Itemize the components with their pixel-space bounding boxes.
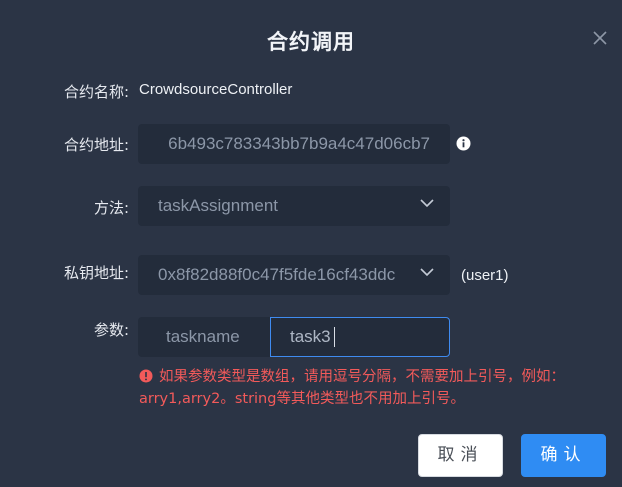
error-icon	[139, 369, 153, 383]
param-value: task3	[290, 327, 331, 346]
hint-line-1: 如果参数类型是数组，请用逗号分隔，不需要加上引号，例如：	[159, 369, 565, 385]
hint-line-2: arry1,arry2。string等其他类型也不用加上引号。	[139, 391, 465, 407]
chevron-down-icon	[420, 199, 434, 208]
chevron-down-icon	[420, 267, 434, 277]
method-select[interactable]: taskAssignment	[138, 186, 450, 226]
contract-address-field[interactable]: 6b493c783343bb7b9a4c47d06cb7	[138, 124, 450, 164]
param-name: taskname	[166, 327, 240, 346]
param-name-box: taskname	[138, 317, 270, 357]
method-label: 方法:	[93, 199, 129, 217]
info-icon[interactable]	[456, 136, 471, 151]
key-address-select[interactable]: 0x8f82d88f0c47f5fde16cf43ddc	[138, 255, 450, 295]
contract-name-label: 合约名称:	[63, 83, 129, 101]
confirm-button[interactable]: 确认	[521, 434, 606, 477]
method-value: taskAssignment	[158, 196, 278, 215]
dialog-title: 合约调用	[267, 30, 355, 54]
key-address-value: 0x8f82d88f0c47f5fde16cf43ddc	[158, 265, 396, 284]
error-hint: 如果参数类型是数组，请用逗号分隔，不需要加上引号，例如： arry1,arry2…	[139, 366, 609, 410]
params-label: 参数:	[93, 321, 129, 339]
close-icon[interactable]	[590, 28, 610, 48]
contract-address-label: 合约地址:	[63, 136, 129, 154]
text-caret	[334, 327, 335, 347]
contract-name-value: CrowdsourceController	[139, 81, 293, 98]
key-address-label: 私钥地址:	[63, 264, 129, 282]
key-address-suffix: (user1)	[461, 267, 509, 284]
cancel-button[interactable]: 取消	[418, 434, 503, 477]
contract-address-value: 6b493c783343bb7b9a4c47d06cb7	[168, 134, 430, 153]
param-value-input[interactable]: task3	[270, 317, 450, 357]
